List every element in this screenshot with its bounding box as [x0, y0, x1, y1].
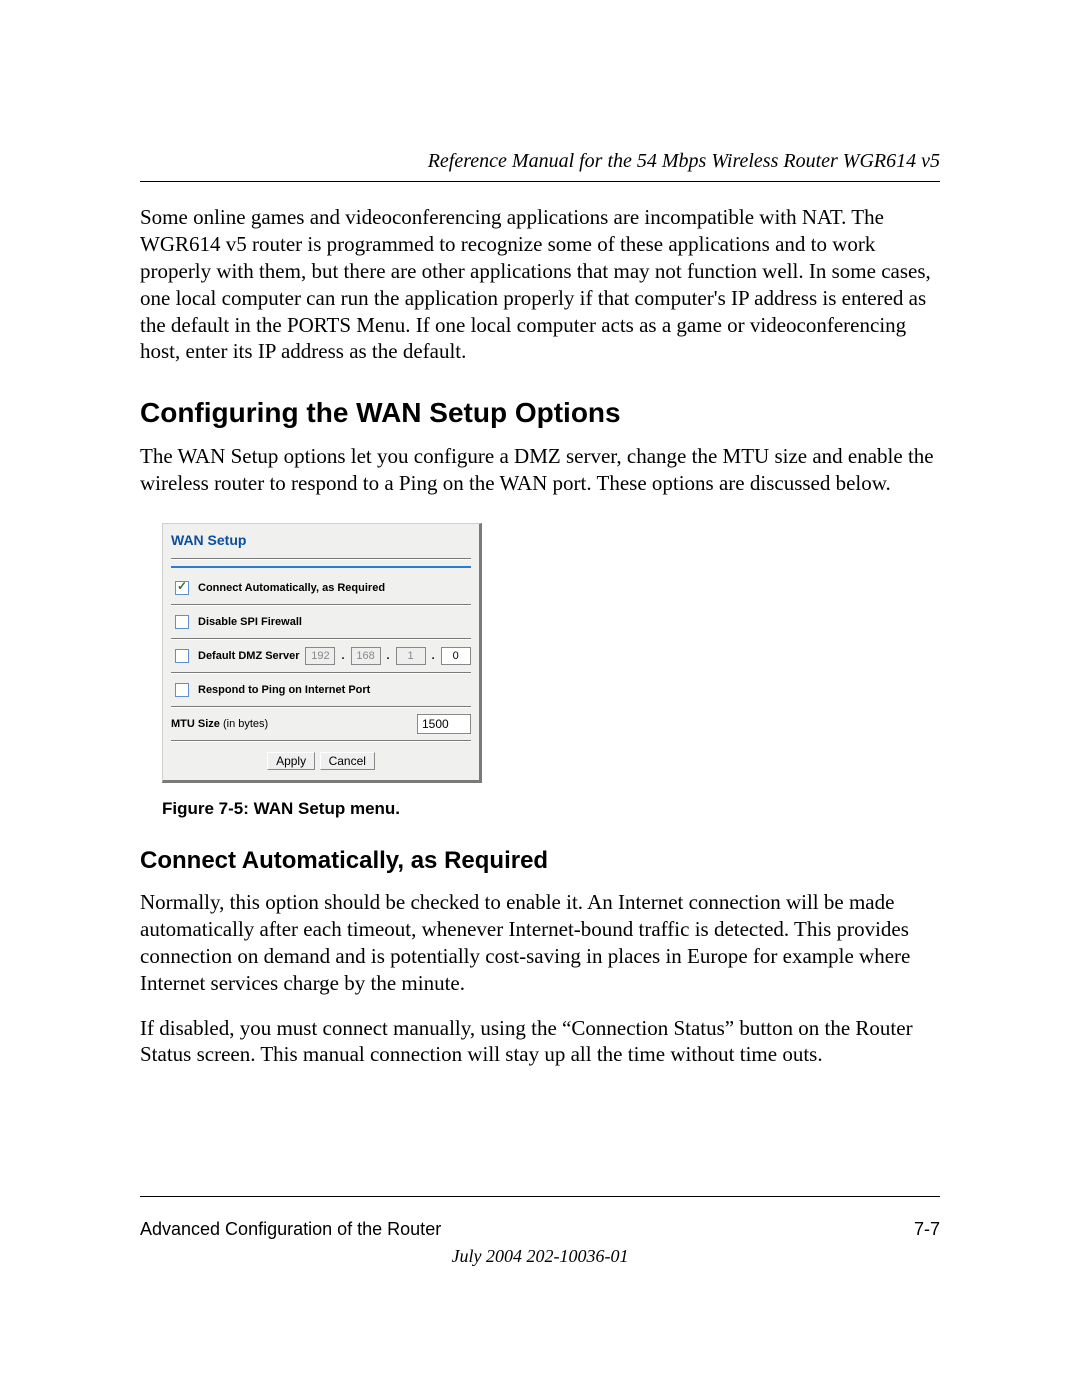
mtu-input[interactable]: [417, 714, 471, 734]
apply-button[interactable]: Apply: [267, 752, 315, 770]
disable-spi-label: Disable SPI Firewall: [198, 616, 302, 628]
panel-divider: [171, 672, 471, 674]
connect-auto-label: Connect Automatically, as Required: [198, 582, 385, 594]
dmz-ip-octet-1[interactable]: [305, 647, 335, 665]
header-rule: [140, 181, 940, 182]
dmz-ip-octet-3[interactable]: [396, 647, 426, 665]
panel-divider: [171, 740, 471, 742]
footer-page-number: 7-7: [914, 1219, 940, 1240]
panel-divider: [171, 604, 471, 606]
panel-divider-blue: [171, 566, 471, 568]
connect-auto-checkbox[interactable]: [175, 581, 189, 595]
cancel-button[interactable]: Cancel: [320, 752, 375, 770]
ip-dot: .: [387, 650, 390, 662]
dmz-ip-octet-4[interactable]: [441, 647, 471, 665]
respond-ping-checkbox[interactable]: [175, 683, 189, 697]
subsection-paragraph-1: Normally, this option should be checked …: [140, 889, 940, 997]
subsection-heading: Connect Automatically, as Required: [140, 847, 940, 875]
intro-paragraph: Some online games and videoconferencing …: [140, 204, 940, 365]
subsection-paragraph-2: If disabled, you must connect manually, …: [140, 1015, 940, 1069]
dmz-ip-octet-2[interactable]: [351, 647, 381, 665]
disable-spi-checkbox[interactable]: [175, 615, 189, 629]
mtu-label: MTU Size (in bytes): [171, 718, 268, 730]
figure-caption: Figure 7-5: WAN Setup menu.: [162, 799, 940, 819]
dmz-checkbox[interactable]: [175, 649, 189, 663]
panel-divider: [171, 558, 471, 560]
section-body: The WAN Setup options let you configure …: [140, 443, 940, 497]
section-heading: Configuring the WAN Setup Options: [140, 397, 940, 429]
footer-rule: [140, 1196, 940, 1197]
running-header: Reference Manual for the 54 Mbps Wireles…: [140, 150, 940, 173]
panel-divider: [171, 706, 471, 708]
footer-section-name: Advanced Configuration of the Router: [140, 1219, 441, 1240]
panel-title: WAN Setup: [171, 530, 471, 552]
ip-dot: .: [341, 650, 344, 662]
footer-date: July 2004 202-10036-01: [140, 1246, 940, 1267]
wan-setup-panel: WAN Setup Connect Automatically, as Requ…: [162, 523, 482, 783]
respond-ping-label: Respond to Ping on Internet Port: [198, 684, 370, 696]
ip-dot: .: [432, 650, 435, 662]
dmz-label: Default DMZ Server: [198, 650, 299, 662]
panel-divider: [171, 638, 471, 640]
